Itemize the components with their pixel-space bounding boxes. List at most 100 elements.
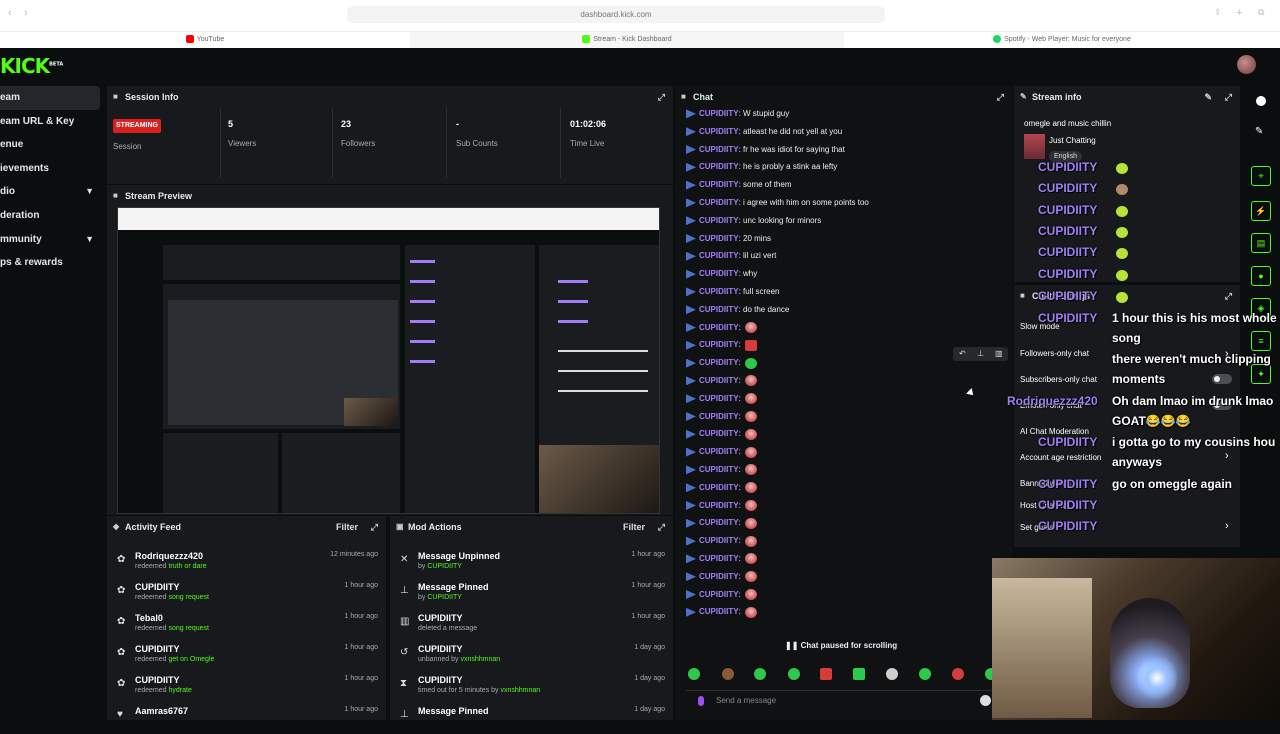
feed-name[interactable]: Aamras6767 bbox=[135, 706, 188, 716]
chat-username[interactable]: CUPIDIITY bbox=[699, 305, 739, 314]
stream-preview-video[interactable] bbox=[117, 207, 660, 514]
chat-message[interactable]: CUPIDIITY: unc looking for minors bbox=[686, 212, 821, 230]
chat-username[interactable]: CUPIDIITY bbox=[699, 340, 739, 349]
chat-message[interactable]: CUPIDIITY: bbox=[686, 390, 758, 408]
chat-username[interactable]: CUPIDIITY bbox=[699, 572, 739, 581]
lightning-icon[interactable]: ⚡ bbox=[1251, 201, 1271, 221]
chat-message[interactable]: CUPIDIITY: bbox=[686, 603, 758, 621]
mod-title[interactable]: CUPIDIITY bbox=[418, 644, 463, 654]
chat-username[interactable]: CUPIDIITY bbox=[699, 554, 739, 563]
chat-message[interactable]: CUPIDIITY: why bbox=[686, 265, 757, 283]
emote-icon[interactable] bbox=[853, 668, 865, 680]
feed-name[interactable]: CUPIDIITY bbox=[135, 675, 180, 685]
chat-message[interactable]: CUPIDIITY: bbox=[686, 550, 758, 568]
expand-icon[interactable]: ⤢ bbox=[371, 516, 378, 538]
chat-message[interactable]: CUPIDIITY: lil uzi vert bbox=[686, 247, 776, 265]
chat-username[interactable]: CUPIDIITY bbox=[699, 323, 739, 332]
emote-icon[interactable] bbox=[886, 668, 898, 680]
chat-username[interactable]: CUPIDIITY bbox=[699, 518, 739, 527]
chat-message[interactable]: CUPIDIITY: bbox=[686, 354, 758, 372]
expand-icon[interactable]: ⤢ bbox=[1225, 86, 1232, 108]
chat-username[interactable]: CUPIDIITY bbox=[699, 269, 739, 278]
chat-message[interactable]: CUPIDIITY: bbox=[686, 336, 758, 354]
pencil-icon[interactable]: ✎ bbox=[1255, 126, 1263, 137]
chat-message[interactable]: CUPIDIITY: 20 mins bbox=[686, 230, 771, 248]
chat-message[interactable]: CUPIDIITY: bbox=[686, 372, 758, 390]
chat-username[interactable]: CUPIDIITY bbox=[699, 180, 739, 189]
chat-message[interactable]: CUPIDIITY: fr he was idiot for saying th… bbox=[686, 141, 845, 159]
chat-paused-notice[interactable]: ❚❚ Chat paused for scrolling bbox=[785, 641, 897, 650]
sidebar-item-achievements[interactable]: ievements bbox=[0, 157, 100, 181]
expand-icon[interactable]: ⤢ bbox=[997, 86, 1004, 108]
chat-username[interactable]: CUPIDIITY bbox=[699, 216, 739, 225]
emote-icon[interactable] bbox=[754, 668, 766, 680]
pin-icon[interactable]: ⊥ bbox=[977, 349, 984, 358]
chat-username[interactable]: CUPIDIITY bbox=[699, 198, 739, 207]
chat-username[interactable]: CUPIDIITY bbox=[699, 127, 739, 136]
mod-title[interactable]: CUPIDIITY bbox=[418, 675, 463, 685]
feed-name[interactable]: Tebal0 bbox=[135, 613, 163, 623]
filter-button[interactable]: Filter bbox=[623, 516, 645, 538]
chat-message[interactable]: CUPIDIITY: bbox=[686, 514, 758, 532]
chat-input[interactable]: Send a message bbox=[686, 690, 996, 710]
emote-icon[interactable] bbox=[952, 668, 964, 680]
mod-who[interactable]: CUPIDIITY bbox=[427, 594, 462, 601]
chat-message[interactable]: CUPIDIITY: bbox=[686, 479, 758, 497]
sidebar-item-tips-rewards[interactable]: ps & rewards bbox=[0, 251, 100, 275]
emote-icon[interactable] bbox=[919, 668, 931, 680]
chat-message[interactable]: CUPIDIITY: bbox=[686, 443, 758, 461]
feed-name[interactable]: Rodriquezzz420 bbox=[135, 551, 203, 561]
live-dot-icon[interactable] bbox=[1256, 96, 1266, 106]
chat-message[interactable]: CUPIDIITY: bbox=[686, 568, 758, 586]
clip-icon[interactable]: ⌖ bbox=[1251, 166, 1271, 186]
back-icon[interactable]: ‹ bbox=[8, 7, 12, 19]
tab-youtube[interactable]: YouTube bbox=[0, 32, 410, 48]
sidebar-item-stream-url-key[interactable]: eam URL & Key bbox=[0, 110, 100, 134]
subscribers-only-toggle[interactable] bbox=[1212, 374, 1232, 384]
chat-username[interactable]: CUPIDIITY bbox=[699, 109, 739, 118]
sidebar-item-audio[interactable]: dio ▼ bbox=[0, 180, 100, 204]
document-icon[interactable]: ▤ bbox=[1251, 233, 1271, 253]
chat-message[interactable]: CUPIDIITY: W stupid guy bbox=[686, 105, 789, 123]
tab-spotify[interactable]: Spotify - Web Player: Music for everyone bbox=[844, 32, 1280, 48]
chat-username[interactable]: CUPIDIITY bbox=[699, 162, 739, 171]
chat-message[interactable]: CUPIDIITY: bbox=[686, 461, 758, 479]
expand-icon[interactable]: ⤢ bbox=[1225, 285, 1232, 307]
chat-message[interactable]: CUPIDIITY: bbox=[686, 497, 758, 515]
new-tab-icon[interactable]: + bbox=[1236, 7, 1242, 19]
mod-who[interactable]: vxnshhmnan bbox=[460, 656, 500, 663]
forward-icon[interactable]: › bbox=[24, 7, 28, 19]
chat-message[interactable]: CUPIDIITY: bbox=[686, 425, 758, 443]
chat-username[interactable]: CUPIDIITY bbox=[699, 607, 739, 616]
emote-icon[interactable] bbox=[688, 668, 700, 680]
chat-message[interactable]: CUPIDIITY: full screen bbox=[686, 283, 779, 301]
kick-logo[interactable]: KICKBETA bbox=[0, 54, 63, 78]
chat-message[interactable]: CUPIDIITY: bbox=[686, 586, 758, 604]
chat-message[interactable]: CUPIDIITY: he is probly a stink aa lefty bbox=[686, 158, 837, 176]
mic-icon[interactable] bbox=[698, 696, 704, 706]
share-icon[interactable]: ⇪ bbox=[1214, 7, 1222, 18]
chat-message[interactable]: CUPIDIITY: do the dance bbox=[686, 301, 789, 319]
chat-username[interactable]: CUPIDIITY bbox=[699, 234, 739, 243]
chat-username[interactable]: CUPIDIITY bbox=[699, 465, 739, 474]
address-bar[interactable]: dashboard.kick.com bbox=[347, 6, 885, 23]
chat-message[interactable]: CUPIDIITY: bbox=[686, 532, 758, 550]
chat-username[interactable]: CUPIDIITY bbox=[699, 501, 739, 510]
category-name[interactable]: Just Chatting bbox=[1049, 136, 1096, 145]
setting-followers-only[interactable]: Followers-only chat bbox=[1020, 349, 1089, 358]
chat-username[interactable]: CUPIDIITY bbox=[699, 376, 739, 385]
sidebar-item-revenue[interactable]: enue bbox=[0, 133, 100, 157]
chat-username[interactable]: CUPIDIITY bbox=[699, 251, 739, 260]
expand-icon[interactable]: ⤢ bbox=[658, 516, 665, 538]
sidebar-item-moderation[interactable]: deration bbox=[0, 204, 100, 228]
chat-username[interactable]: CUPIDIITY bbox=[699, 429, 739, 438]
chat-message[interactable]: CUPIDIITY: i agree with him on some poin… bbox=[686, 194, 869, 212]
chat-username[interactable]: CUPIDIITY bbox=[699, 358, 739, 367]
setting-account-age[interactable]: Account age restriction bbox=[1020, 453, 1101, 462]
trash-icon[interactable]: ▥ bbox=[995, 349, 1003, 358]
setting-subscribers-only[interactable]: Subscribers-only chat bbox=[1020, 375, 1097, 384]
chat-username[interactable]: CUPIDIITY bbox=[699, 590, 739, 599]
mod-title[interactable]: CUPIDIITY bbox=[418, 613, 463, 623]
chat-message[interactable]: CUPIDIITY: atleast he did not yell at yo… bbox=[686, 123, 842, 141]
edit-icon[interactable]: ✎ bbox=[1204, 86, 1212, 108]
